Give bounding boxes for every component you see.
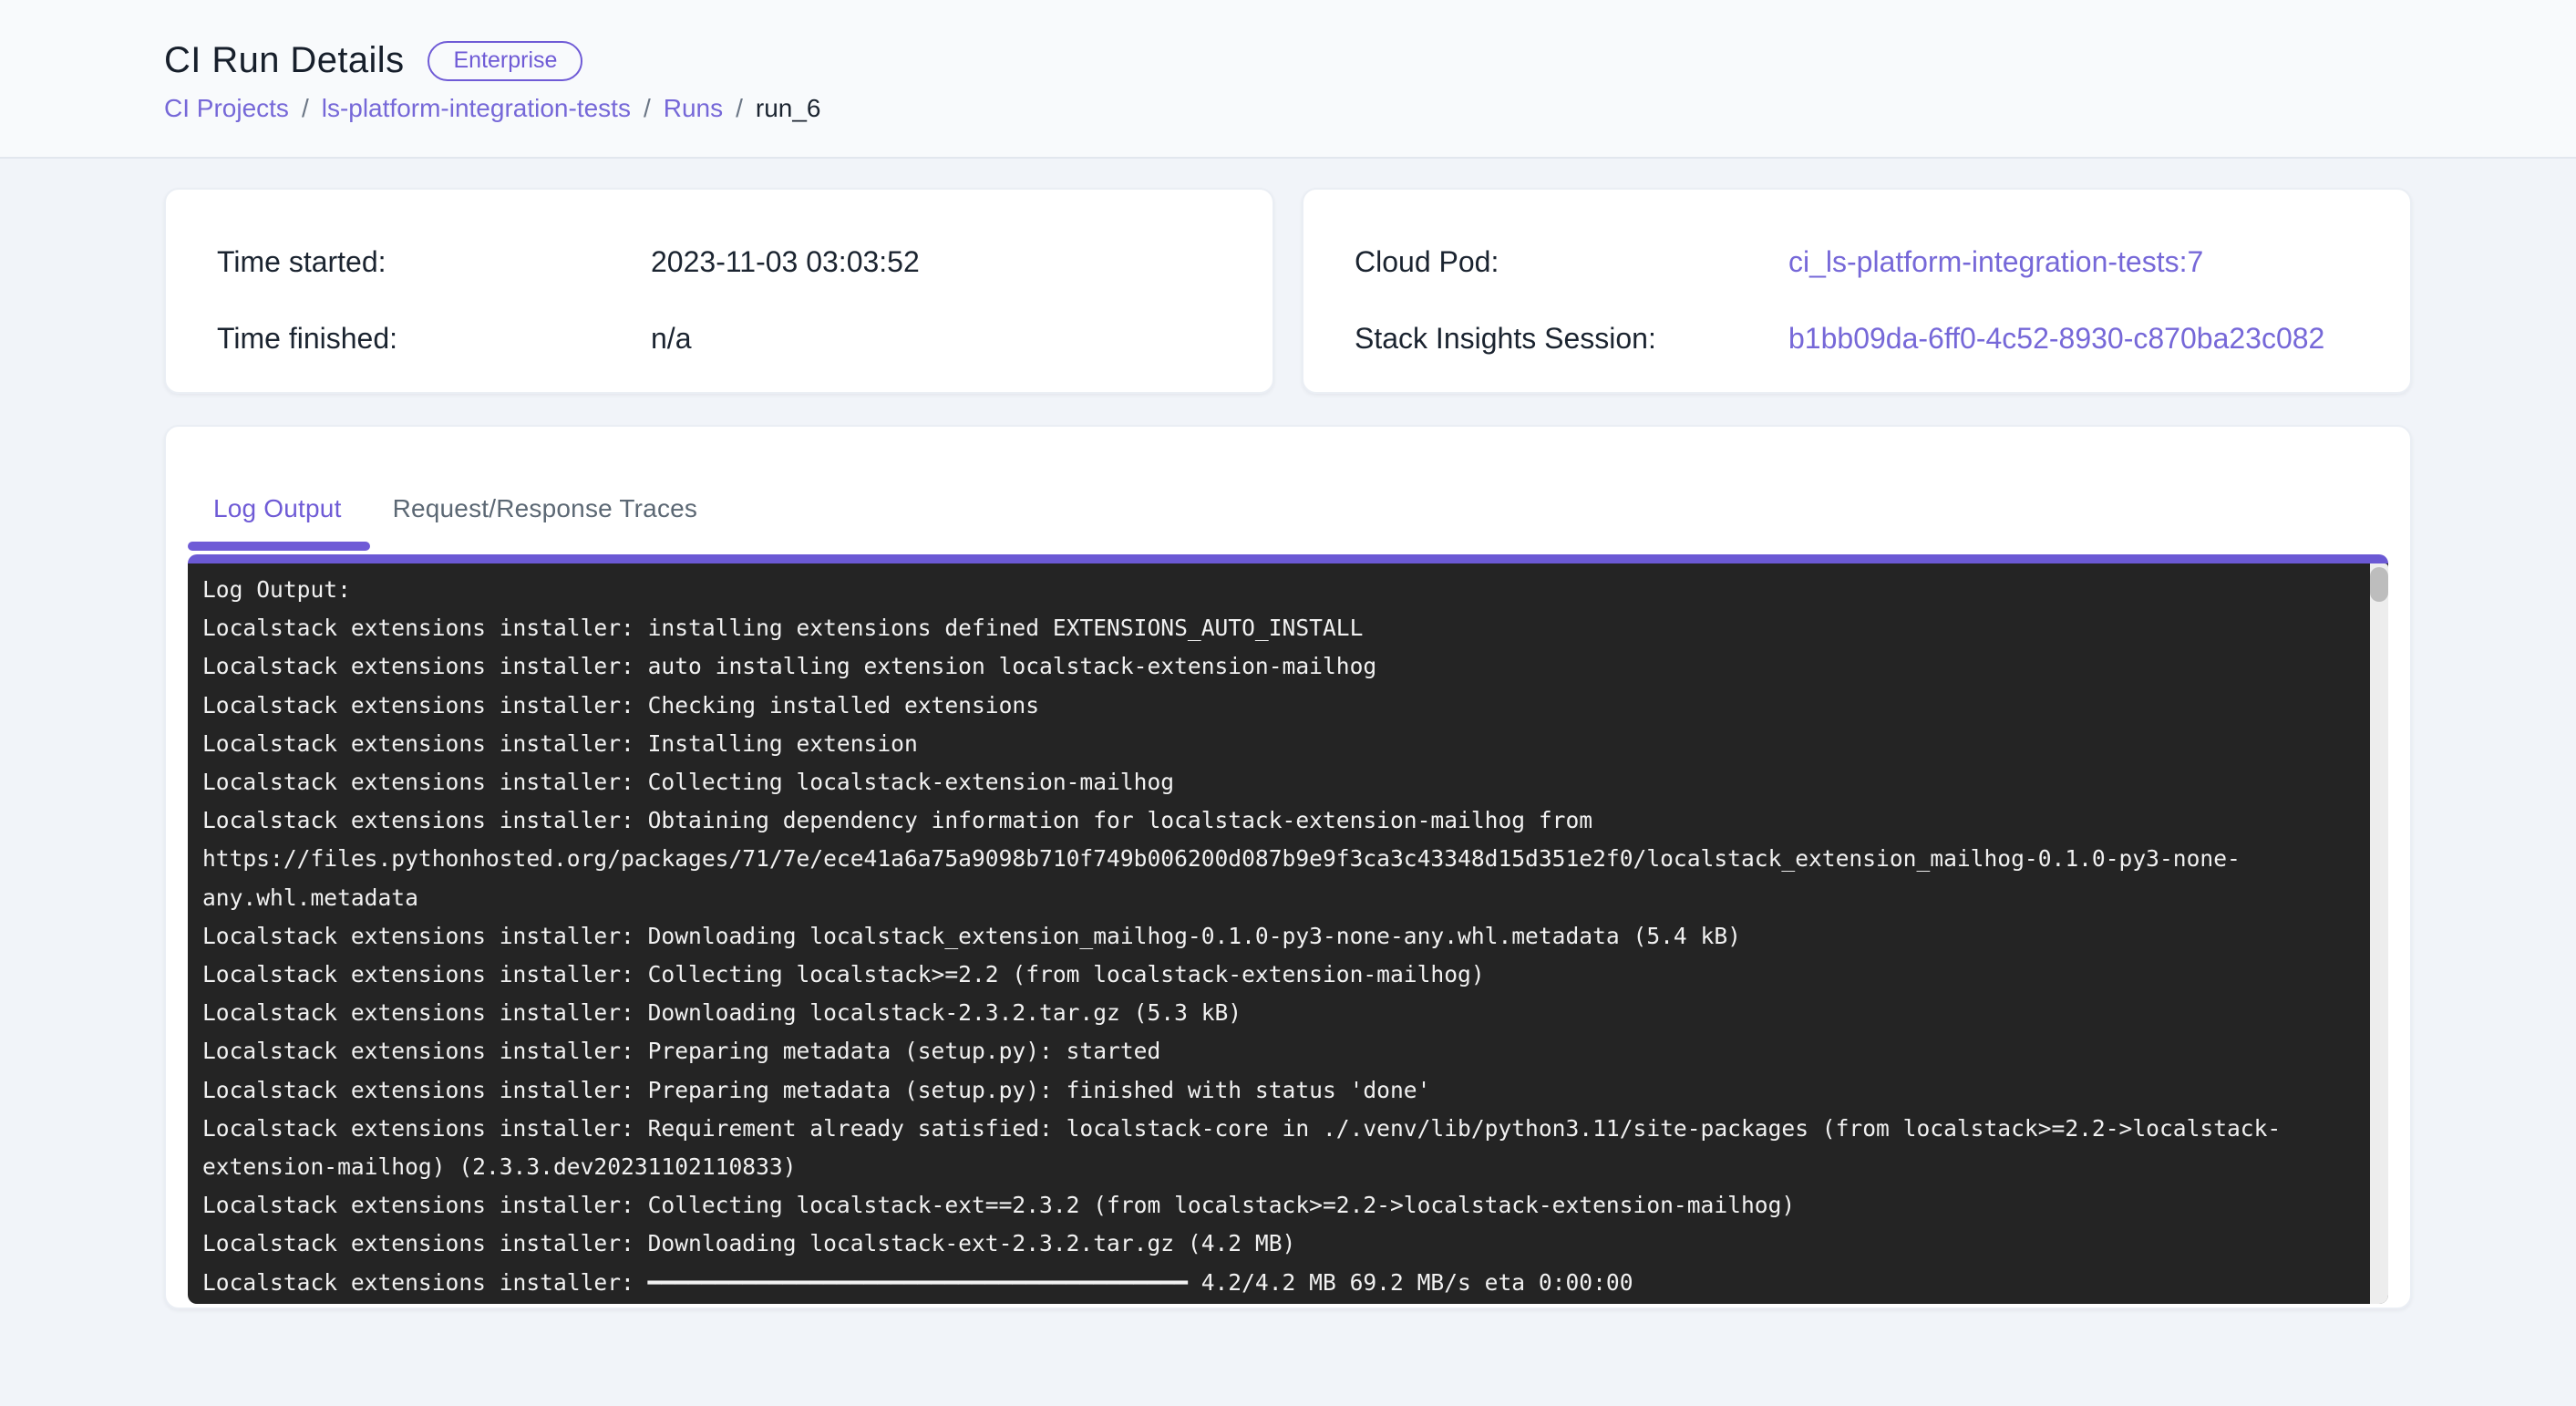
tab-request-response-traces[interactable]: Request/Response Traces: [367, 467, 724, 551]
run-links-card: Cloud Pod: ci_ls-platform-integration-te…: [1302, 188, 2412, 394]
log-line: https://files.pythonhosted.org/packages/…: [202, 840, 2348, 878]
tab-log-output[interactable]: Log Output: [188, 467, 367, 551]
page-title: CI Run Details: [164, 40, 404, 81]
log-line: Localstack extensions installer: Prepari…: [202, 1071, 2348, 1110]
log-line: Localstack extensions installer: ━━━━━━━…: [202, 1264, 2348, 1302]
cloud-pod-label: Cloud Pod:: [1355, 244, 1788, 279]
breadcrumb-separator: /: [736, 94, 743, 123]
log-line: Localstack extensions installer: Downloa…: [202, 1225, 2348, 1263]
log-line: Localstack extensions installer: Obtaini…: [202, 801, 2348, 840]
log-lines: Log Output:Localstack extensions install…: [188, 563, 2388, 1304]
log-line: extension-mailhog) (2.3.3.dev20231102110…: [202, 1148, 2348, 1186]
stack-insights-link[interactable]: b1bb09da-6ff0-4c52-8930-c870ba23c082: [1788, 321, 2324, 356]
log-line: Localstack extensions installer: Collect…: [202, 956, 2348, 994]
run-times-card: Time started: 2023-11-03 03:03:52 Time f…: [164, 188, 1274, 394]
breadcrumb-link-project[interactable]: ls-platform-integration-tests: [322, 94, 631, 123]
time-started-value: 2023-11-03 03:03:52: [651, 244, 920, 279]
stack-insights-label: Stack Insights Session:: [1355, 321, 1788, 356]
log-card: Log Output Request/Response Traces Log O…: [164, 425, 2412, 1309]
log-line: any.whl.metadata: [202, 879, 2348, 917]
breadcrumb-separator: /: [302, 94, 309, 123]
main-content: Time started: 2023-11-03 03:03:52 Time f…: [0, 159, 2576, 1309]
log-scrollbar-thumb[interactable]: [2370, 567, 2388, 602]
log-output-console[interactable]: Log Output:Localstack extensions install…: [188, 554, 2388, 1304]
time-finished-value: n/a: [651, 321, 691, 356]
breadcrumb-separator: /: [644, 94, 651, 123]
log-line: Localstack extensions installer: Install…: [202, 725, 2348, 763]
tab-bar: Log Output Request/Response Traces: [188, 467, 2388, 551]
page-header: CI Run Details Enterprise CI Projects / …: [0, 0, 2576, 159]
time-finished-label: Time finished:: [217, 321, 651, 356]
log-scrollbar-track[interactable]: [2370, 563, 2388, 1304]
log-line: Localstack extensions installer: Collect…: [202, 763, 2348, 801]
log-line: Localstack extensions installer: Collect…: [202, 1186, 2348, 1225]
log-line: Localstack extensions installer: auto in…: [202, 647, 2348, 686]
log-line: Localstack extensions installer: Downloa…: [202, 994, 2348, 1032]
log-line: Localstack extensions installer: install…: [202, 609, 2348, 647]
breadcrumb-link-ci-projects[interactable]: CI Projects: [164, 94, 289, 123]
log-line: Localstack extensions installer: Prepari…: [202, 1032, 2348, 1070]
time-finished-row: Time finished: n/a: [217, 321, 1221, 356]
log-line: Localstack extensions installer: Require…: [202, 1110, 2348, 1148]
breadcrumb: CI Projects / ls-platform-integration-te…: [164, 94, 2412, 123]
log-line: Localstack extensions installer: Checkin…: [202, 687, 2348, 725]
breadcrumb-current-run: run_6: [756, 94, 821, 123]
stack-insights-row: Stack Insights Session: b1bb09da-6ff0-4c…: [1355, 321, 2359, 356]
log-line: Log Output:: [202, 571, 2348, 609]
cloud-pod-row: Cloud Pod: ci_ls-platform-integration-te…: [1355, 244, 2359, 279]
log-line: Localstack extensions installer: Downloa…: [202, 917, 2348, 956]
enterprise-badge: Enterprise: [428, 41, 582, 81]
cloud-pod-link[interactable]: ci_ls-platform-integration-tests:7: [1788, 244, 2203, 279]
time-started-label: Time started:: [217, 244, 651, 279]
active-tab-indicator: [188, 542, 370, 551]
breadcrumb-link-runs[interactable]: Runs: [664, 94, 723, 123]
time-started-row: Time started: 2023-11-03 03:03:52: [217, 244, 1221, 279]
